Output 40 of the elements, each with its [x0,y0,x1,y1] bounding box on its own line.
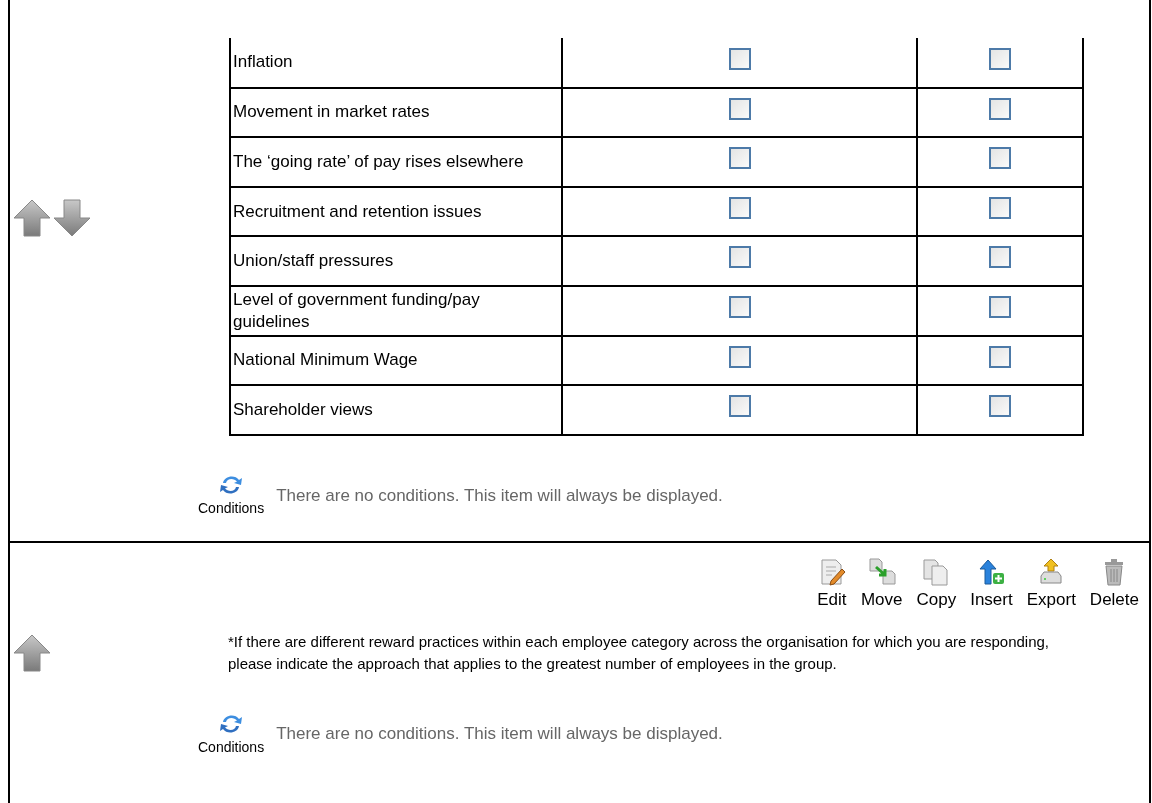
conditions-message: There are no conditions. This item will always be displayed. [276,484,723,507]
row-label: Movement in market rates [230,87,562,138]
checkbox[interactable] [728,47,751,70]
toolbar-button[interactable]: Export [1022,557,1080,613]
toolbar-button[interactable]: Move [856,557,907,613]
checkbox[interactable] [728,97,751,120]
toolbar-button[interactable]: Edit [812,557,851,613]
row-label: Inflation [230,38,562,88]
conditions-button[interactable]: Conditions [198,710,265,758]
toolbar-button[interactable]: Copy [912,557,961,613]
checkbox[interactable] [989,196,1011,219]
checkbox[interactable] [728,246,751,269]
checkbox[interactable] [989,47,1011,70]
checkbox[interactable] [989,296,1011,318]
row-label: The ‘going rate’ of pay rises elsewhere [230,137,562,187]
row-label: Recruitment and retention issues [230,186,562,237]
toolbar-button[interactable]: Delete [1085,557,1143,613]
row-label: Shareholder views [230,385,562,435]
checkbox[interactable] [728,345,751,368]
up-arrow-icon[interactable] [12,197,52,238]
checkbox[interactable] [728,147,751,170]
checkbox[interactable] [989,345,1011,368]
move-pages-icon [866,557,897,587]
conditions-message: There are no conditions. This item will always be displayed. [276,723,723,746]
toolbar-button[interactable]: Insert [966,557,1017,613]
checkbox[interactable] [989,147,1011,170]
checkbox[interactable] [728,296,751,318]
insert-arrow-icon [976,557,1007,587]
note-text: *If there are different reward practices within each employee category across the organisation for which you are responding, please indicate the approach that applies to the greatest number of employees in the group. [228,631,1050,674]
row-label: Union/staff pressures [230,236,562,286]
row-label: National Minimum Wage [230,335,562,386]
checkbox[interactable] [989,395,1011,418]
checkbox[interactable] [728,395,751,418]
down-arrow-icon[interactable] [52,197,92,238]
checkbox[interactable] [728,196,751,219]
row-label: Level of government funding/pay guidelines [230,285,562,336]
up-arrow-icon[interactable] [12,632,52,673]
checkbox[interactable] [989,246,1011,269]
checkbox[interactable] [989,97,1011,120]
conditions-button[interactable]: Conditions [198,471,265,519]
